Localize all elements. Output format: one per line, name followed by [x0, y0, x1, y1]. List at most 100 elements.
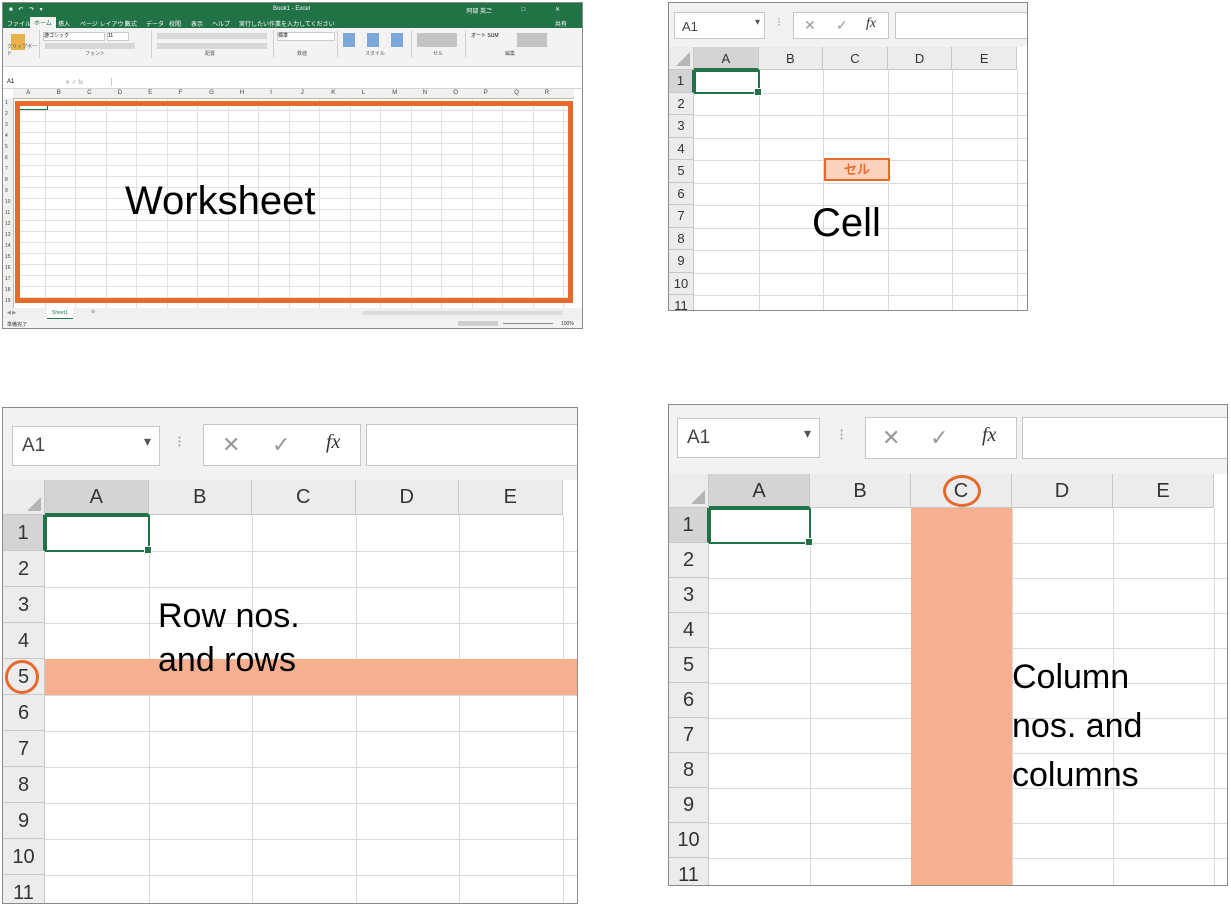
- font-format-buttons[interactable]: [45, 43, 135, 49]
- cancel-x-icon[interactable]: ✕: [882, 425, 900, 451]
- column-header[interactable]: G: [209, 90, 214, 96]
- sheet-tab[interactable]: Sheet1: [47, 308, 73, 319]
- column-header[interactable]: H: [240, 90, 244, 96]
- row-header-11[interactable]: 11: [669, 858, 709, 885]
- row-header-10[interactable]: 10: [3, 839, 45, 875]
- name-box[interactable]: A1 ▾: [674, 12, 765, 39]
- horizontal-scrollbar[interactable]: [363, 311, 563, 315]
- cancel-x-icon[interactable]: ✕: [222, 432, 240, 458]
- check-icon[interactable]: ✓: [930, 425, 948, 451]
- share-button[interactable]: 共有: [555, 19, 567, 28]
- name-box[interactable]: A1 ▾: [677, 418, 820, 458]
- column-header[interactable]: P: [484, 90, 488, 96]
- row-header-6[interactable]: 6: [669, 683, 709, 718]
- column-header-a[interactable]: A: [694, 47, 759, 70]
- column-header[interactable]: R: [545, 90, 549, 96]
- row-header-8[interactable]: 8: [3, 767, 45, 803]
- column-header-b[interactable]: B: [810, 474, 911, 508]
- cell-styles-icon[interactable]: [391, 33, 403, 47]
- sort-find-icons[interactable]: [517, 33, 547, 47]
- column-header-c[interactable]: C: [823, 47, 888, 70]
- conditional-format-icon[interactable]: [343, 33, 355, 47]
- row-header-3[interactable]: 3: [669, 115, 694, 138]
- active-cell-a1[interactable]: [709, 508, 813, 546]
- drag-handle-icon[interactable]: ⁝: [839, 425, 844, 445]
- sheet-nav-arrows[interactable]: ◀ ▶: [7, 310, 16, 316]
- row-header-1[interactable]: 1: [669, 70, 694, 93]
- number-format-select[interactable]: 標準: [277, 32, 335, 41]
- dropdown-arrow-icon[interactable]: ▾: [804, 425, 811, 442]
- row-header[interactable]: 11: [5, 210, 10, 216]
- cancel-x-icon[interactable]: ✕: [804, 17, 816, 34]
- row-header[interactable]: 2: [5, 111, 8, 117]
- row-header-9[interactable]: 9: [669, 788, 709, 823]
- row-header[interactable]: 15: [5, 254, 11, 260]
- column-header-b[interactable]: B: [758, 47, 824, 70]
- row-header[interactable]: 13: [5, 232, 11, 238]
- window-controls[interactable]: – □ ✕: [489, 6, 574, 13]
- row-header-1[interactable]: 1: [669, 508, 709, 543]
- row-header-7[interactable]: 7: [669, 205, 694, 228]
- tab-review[interactable]: 校閲: [169, 19, 181, 28]
- dropdown-arrow-icon[interactable]: ▾: [144, 433, 151, 450]
- column-header-a[interactable]: A: [45, 480, 149, 515]
- column-header[interactable]: E: [148, 90, 152, 96]
- row-header-10[interactable]: 10: [669, 272, 694, 295]
- select-all-icon[interactable]: [669, 474, 709, 508]
- row-header[interactable]: 3: [5, 122, 8, 128]
- row-header-11[interactable]: 11: [3, 875, 45, 903]
- formula-input[interactable]: [366, 424, 577, 466]
- tab-page-layout[interactable]: ページ レイアウト: [80, 19, 130, 28]
- column-header-a[interactable]: A: [709, 474, 810, 508]
- row-header-9[interactable]: 9: [669, 250, 694, 273]
- row-header[interactable]: 5: [5, 144, 8, 150]
- row-header[interactable]: 6: [5, 155, 8, 161]
- formula-input[interactable]: [111, 78, 578, 86]
- row-header-3[interactable]: 3: [669, 578, 709, 613]
- select-all-icon[interactable]: [3, 480, 45, 515]
- dropdown-arrow-icon[interactable]: ▾: [755, 17, 760, 28]
- row-header[interactable]: 18: [5, 287, 11, 293]
- row-header[interactable]: 4: [5, 133, 8, 139]
- row-header-4[interactable]: 4: [669, 137, 694, 160]
- formula-input[interactable]: [1022, 417, 1227, 459]
- active-cell-a1[interactable]: [694, 70, 762, 96]
- font-name-select[interactable]: 游ゴシック: [43, 32, 105, 41]
- row-header-6[interactable]: 6: [669, 182, 694, 205]
- row-header-2[interactable]: 2: [669, 92, 694, 115]
- column-header-c[interactable]: C: [252, 480, 356, 515]
- row-header-9[interactable]: 9: [3, 803, 45, 839]
- tab-file[interactable]: ファイル: [7, 19, 31, 28]
- row-header-4[interactable]: 4: [3, 623, 45, 659]
- alignment-buttons[interactable]: [157, 33, 267, 39]
- active-cell-a1[interactable]: [45, 515, 152, 554]
- row-header[interactable]: 12: [5, 221, 11, 227]
- fx-icon[interactable]: fx: [326, 431, 340, 454]
- row-header-7[interactable]: 7: [3, 731, 45, 767]
- row-header[interactable]: 8: [5, 177, 8, 183]
- row-header-5[interactable]: 5: [669, 160, 694, 183]
- font-size-select[interactable]: 11: [107, 32, 129, 41]
- quick-access-toolbar[interactable]: ■ ↶ ↷ ▾: [9, 6, 45, 13]
- tab-data[interactable]: データ: [146, 19, 164, 28]
- column-header[interactable]: A: [26, 90, 30, 96]
- row-header[interactable]: 9: [5, 188, 8, 194]
- row-header-11[interactable]: 11: [669, 295, 694, 310]
- drag-handle-icon[interactable]: ⁝: [177, 432, 182, 452]
- column-header-e[interactable]: E: [1113, 474, 1214, 508]
- column-header-d[interactable]: D: [1012, 474, 1113, 508]
- column-header[interactable]: O: [453, 90, 458, 96]
- row-header[interactable]: 10: [5, 199, 11, 205]
- tab-help[interactable]: ヘルプ: [212, 19, 230, 28]
- tab-view[interactable]: 表示: [191, 19, 203, 28]
- zoom-slider[interactable]: [503, 323, 553, 324]
- row-header-1[interactable]: 1: [3, 515, 45, 551]
- row-header[interactable]: 14: [5, 243, 11, 249]
- row-header-3[interactable]: 3: [3, 587, 45, 623]
- column-header[interactable]: F: [179, 90, 183, 96]
- column-header[interactable]: B: [57, 90, 61, 96]
- row-header-8[interactable]: 8: [669, 227, 694, 250]
- check-icon[interactable]: ✓: [836, 17, 848, 34]
- row-header-2[interactable]: 2: [3, 551, 45, 587]
- column-header[interactable]: C: [87, 90, 91, 96]
